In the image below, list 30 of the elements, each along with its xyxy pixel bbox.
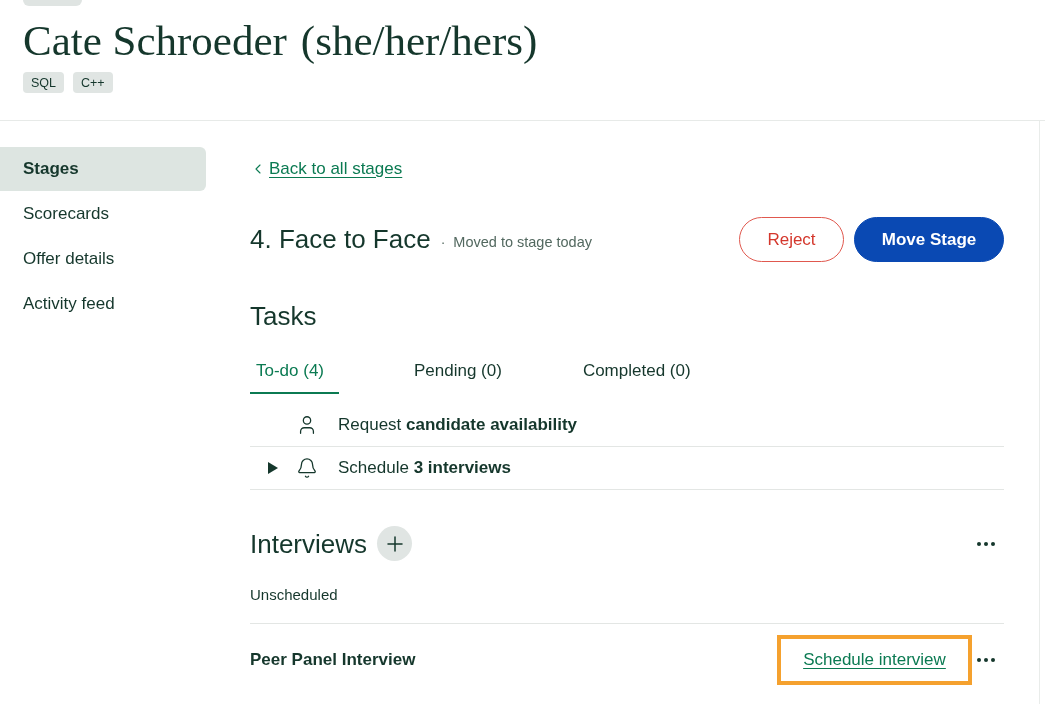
section-title: Tasks (250, 301, 318, 331)
candidate-pronouns: (she/her/hers) (300, 17, 538, 65)
section-title: Interviews (250, 528, 368, 559)
reject-button[interactable]: Reject (739, 217, 844, 262)
caret-icon[interactable] (268, 462, 278, 474)
back-link[interactable]: Back to all stages (250, 158, 403, 180)
interview-name: Peer Panel Interview (250, 650, 417, 670)
schedule-link[interactable]: Schedule interview (803, 650, 946, 670)
task-text: Request candidate availability (338, 415, 578, 435)
stage-title: 4. Face to Face (250, 224, 431, 255)
more-icon (977, 658, 995, 662)
group-label: Unscheduled (250, 585, 1004, 624)
stage-status: Moved to stage today (453, 233, 593, 250)
move-stage-button[interactable]: Move Stage (854, 217, 1004, 262)
sidebar-item[interactable]: Offer details (0, 237, 206, 281)
separator-dot: · (440, 233, 446, 250)
sidebar-item[interactable]: Scorecards (0, 192, 206, 236)
sidebar-item[interactable]: Stages (0, 147, 206, 191)
skill-tag: C++ (73, 72, 113, 93)
add-button[interactable] (377, 526, 413, 561)
more-icon (977, 541, 995, 546)
tab[interactable]: To-do (4) (250, 353, 339, 394)
candidate-name: Cate Schroeder (23, 17, 287, 65)
sidebar-item[interactable]: Activity feed (0, 282, 206, 326)
skill-tag: SQL (23, 72, 64, 93)
bell-icon (296, 457, 318, 479)
task-text: Schedule 3 interviews (338, 458, 511, 478)
tab[interactable]: Completed (0) (576, 353, 697, 394)
tag-chip (23, 0, 82, 6)
tab[interactable]: Pending (0) (408, 353, 508, 394)
